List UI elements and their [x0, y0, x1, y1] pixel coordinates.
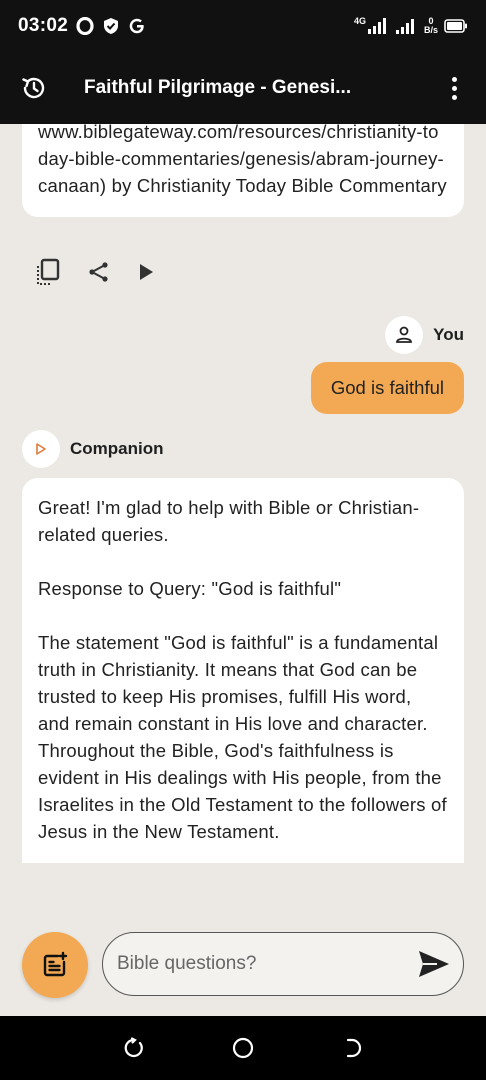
status-bar: 03:02 4G 0 B/s: [0, 0, 486, 52]
opera-icon: [76, 17, 94, 35]
share-icon[interactable]: [88, 261, 110, 283]
signal-icon-2: [395, 19, 414, 34]
back-icon[interactable]: [340, 1036, 364, 1060]
user-message: God is faithful: [310, 362, 464, 414]
ai-paragraph: Great! I'm glad to help with Bible or Ch…: [38, 497, 420, 545]
new-note-icon: [43, 951, 68, 977]
send-icon[interactable]: [417, 949, 451, 979]
net-speed: 0 B/s: [424, 17, 438, 35]
signal-icon: [367, 18, 386, 34]
user-icon: [396, 326, 413, 343]
status-notification-icons: [76, 17, 146, 35]
ai-response-message: Great! I'm glad to help with Bible or Ch…: [22, 478, 464, 863]
more-options-icon[interactable]: [442, 76, 466, 100]
composer: [0, 914, 486, 1016]
status-time: 03:02: [18, 15, 69, 36]
user-header: You: [385, 316, 464, 354]
question-input-wrapper: [102, 932, 464, 996]
shield-check-icon: [104, 18, 119, 34]
net-speed-unit: B/s: [423, 25, 438, 35]
message-actions: [36, 258, 156, 286]
google-icon: [129, 18, 144, 34]
play-icon[interactable]: [136, 262, 156, 282]
new-note-button[interactable]: [22, 932, 88, 998]
battery-icon: [444, 19, 467, 33]
history-icon[interactable]: [20, 74, 48, 102]
avatar: [385, 316, 424, 354]
question-input[interactable]: [117, 953, 417, 975]
user-label: You: [433, 325, 464, 344]
page-title: Faithful Pilgrimage - Genesi...: [84, 77, 352, 98]
companion-play-icon: [36, 443, 46, 455]
chat-area[interactable]: www.biblegateway.com/resources/christian…: [0, 124, 486, 914]
recent-apps-icon[interactable]: [122, 1036, 146, 1060]
companion-header: Companion: [22, 430, 164, 468]
previous-ai-text: www.biblegateway.com/resources/christian…: [38, 124, 447, 196]
previous-ai-message: www.biblegateway.com/resources/christian…: [22, 124, 464, 217]
ai-paragraph: The statement "God is faithful" is a fun…: [38, 632, 447, 842]
network-type-label: 4G: [353, 16, 366, 26]
app-bar: Faithful Pilgrimage - Genesi...: [0, 52, 486, 124]
companion-label: Companion: [70, 439, 164, 458]
copy-icon[interactable]: [36, 258, 62, 286]
system-nav-bar: [0, 1016, 486, 1080]
companion-avatar: [22, 430, 60, 468]
status-system-icons: 4G 0 B/s: [354, 16, 468, 36]
home-icon[interactable]: [231, 1036, 255, 1060]
ai-paragraph: Response to Query: "God is faithful": [38, 578, 342, 599]
